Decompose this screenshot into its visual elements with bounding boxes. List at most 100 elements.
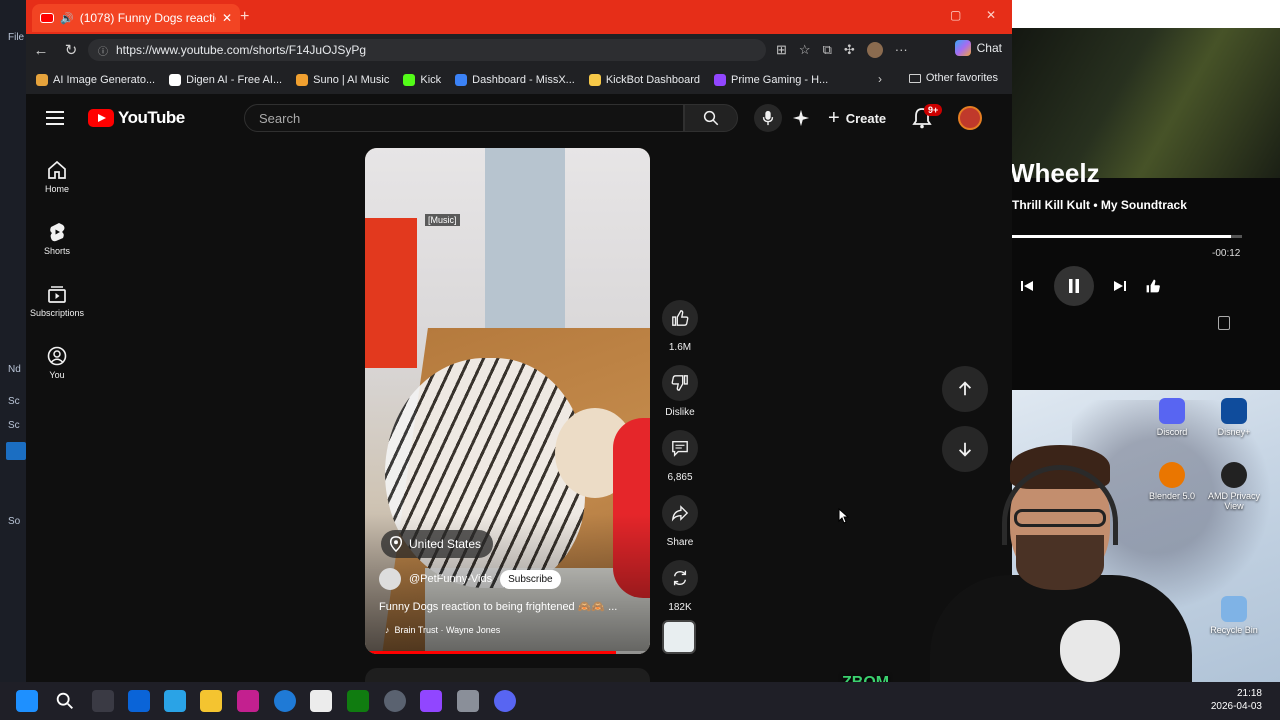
site-info-icon[interactable]: ⓘ: [98, 43, 108, 58]
next-track-button[interactable]: [1105, 268, 1135, 304]
short-title[interactable]: Funny Dogs reaction to being frightened …: [379, 600, 641, 613]
home-icon: [48, 160, 66, 179]
desktop-icon-amd-privacy-view[interactable]: AMD Privacy View: [1204, 462, 1264, 511]
favorite-item[interactable]: Suno | AI Music: [296, 74, 389, 86]
browser-tab-active[interactable]: 🔊 (1078) Funny Dogs reaction to ✕: [32, 4, 240, 32]
subscribe-button[interactable]: Subscribe: [500, 569, 561, 589]
like-button[interactable]: 1.6M: [660, 300, 700, 353]
taskbar-search-icon[interactable]: [54, 690, 76, 712]
track-progress-fill: [1012, 235, 1231, 238]
ai-sparkle-icon[interactable]: [792, 109, 810, 132]
favorite-item[interactable]: Kick: [403, 74, 441, 86]
settings-gear-icon[interactable]: [457, 690, 479, 712]
favorite-item[interactable]: Digen AI - Free AI...: [169, 74, 282, 86]
sidebar-item-home[interactable]: Home: [26, 160, 88, 194]
channel-name[interactable]: @PetFunny-Vids: [409, 573, 492, 585]
comments-button[interactable]: 6,865: [660, 430, 700, 483]
split-screen-icon[interactable]: ⊞: [776, 42, 787, 58]
favorites-overflow-chevron-icon[interactable]: ›: [878, 72, 882, 86]
channel-row: @PetFunny-Vids Subscribe: [379, 568, 561, 590]
youtube-play-logo-icon: [88, 109, 114, 127]
favorite-item[interactable]: KickBot Dashboard: [588, 74, 700, 86]
steam-icon[interactable]: [384, 690, 406, 712]
music-credit[interactable]: ♪ Brain Trust · Wayne Jones: [385, 625, 500, 635]
desktop-icon-disney[interactable]: Disney+: [1204, 398, 1264, 437]
task-view-icon[interactable]: [92, 690, 114, 712]
time-remaining: -00:12: [1212, 248, 1241, 259]
location-chip[interactable]: United States: [381, 530, 494, 558]
remix-icon: [673, 570, 687, 586]
voice-search-button[interactable]: [754, 104, 782, 132]
music-note-icon: ♪: [385, 625, 390, 635]
favorite-item[interactable]: Prime Gaming - H...: [714, 74, 828, 86]
remix-button[interactable]: 182K: [660, 560, 700, 613]
xbox-icon[interactable]: [347, 690, 369, 712]
copilot-chat-button[interactable]: Chat: [954, 40, 1002, 56]
create-button[interactable]: + Create: [822, 104, 892, 132]
sound-thumbnail[interactable]: [662, 620, 696, 654]
search-button[interactable]: [684, 104, 738, 132]
desktop-icon-recycle-bin[interactable]: Recycle Bin: [1204, 596, 1264, 635]
youtube-logo[interactable]: YouTube: [88, 108, 185, 128]
url-field[interactable]: ⓘ https://www.youtube.com/shorts/F14JuOJ…: [88, 39, 766, 61]
close-tab-icon[interactable]: ✕: [222, 11, 232, 25]
share-label: Share: [666, 537, 694, 548]
favorite-item[interactable]: AI Image Generato...: [36, 74, 155, 86]
favorite-item[interactable]: Dashboard - MissX...: [455, 74, 575, 86]
discord-taskbar-icon[interactable]: [494, 690, 516, 712]
more-menu-icon[interactable]: ···: [895, 42, 908, 58]
extension-icon[interactable]: ⧉: [823, 42, 832, 58]
tab-title: (1078) Funny Dogs reaction to: [79, 11, 216, 25]
account-avatar[interactable]: [958, 106, 982, 130]
toolbar-icons: ⊞ ☆ ⧉ ✣ ···: [776, 42, 908, 58]
short-video-player[interactable]: [Music] United States @PetFunny-Vids Sub…: [365, 148, 650, 654]
edge-browser-icon[interactable]: [274, 690, 296, 712]
close-window-icon[interactable]: ✕: [986, 8, 996, 22]
previous-short-button[interactable]: [942, 366, 988, 412]
previous-track-button[interactable]: [1012, 268, 1042, 304]
file-explorer-icon[interactable]: [200, 690, 222, 712]
like-count: 1.6M: [668, 342, 692, 353]
desktop-icon-discord[interactable]: Discord: [1142, 398, 1202, 437]
start-button-icon[interactable]: [16, 690, 38, 712]
video-progress-bar[interactable]: [365, 651, 650, 654]
favorite-favicon-icon: [714, 74, 727, 86]
remix-count: 182K: [668, 602, 692, 613]
pause-icon: [1069, 279, 1079, 293]
puzzle-icon[interactable]: ✣: [844, 42, 855, 58]
app-icon[interactable]: [237, 690, 259, 712]
back-button[interactable]: ←: [28, 42, 54, 59]
share-icon: [671, 505, 689, 522]
favorite-favicon-icon: [36, 74, 48, 86]
store-icon[interactable]: [164, 690, 186, 712]
reload-button[interactable]: ↻: [58, 41, 84, 59]
track-progress-bar[interactable]: [1012, 235, 1242, 238]
share-button[interactable]: Share: [660, 495, 700, 548]
dislike-button[interactable]: Dislike: [660, 365, 700, 418]
outlook-icon[interactable]: [128, 690, 150, 712]
like-track-button[interactable]: [1138, 268, 1168, 304]
lock-icon[interactable]: [1218, 316, 1230, 330]
notepad-icon[interactable]: [310, 690, 332, 712]
system-clock[interactable]: 21:18 2026-04-03: [1211, 687, 1262, 713]
menu-hamburger-icon[interactable]: [46, 111, 64, 125]
sidebar-item-shorts[interactable]: Shorts: [26, 222, 88, 256]
chat-label: Chat: [976, 41, 1002, 55]
new-tab-button[interactable]: +: [240, 8, 249, 26]
amazon-music-icon[interactable]: [420, 690, 442, 712]
location-pin-icon: [389, 536, 403, 552]
album-art: [1012, 28, 1280, 178]
speaker-icon[interactable]: 🔊: [60, 12, 74, 25]
restore-icon[interactable]: ▢: [950, 8, 961, 22]
profile-avatar[interactable]: [866, 42, 883, 58]
sidebar-item-you[interactable]: You: [26, 346, 88, 380]
favorite-star-icon[interactable]: ☆: [799, 42, 811, 58]
sidebar-item-subscriptions[interactable]: Subscriptions: [26, 284, 88, 318]
pause-button[interactable]: [1054, 266, 1094, 306]
taskbar: 21:18 2026-04-03: [0, 682, 1280, 720]
youtube-favicon-icon: [40, 13, 54, 23]
channel-avatar[interactable]: [379, 568, 401, 590]
other-favorites-folder[interactable]: Other favorites: [908, 72, 998, 84]
thumbs-down-icon: [671, 375, 688, 391]
search-input[interactable]: Search: [244, 104, 684, 132]
